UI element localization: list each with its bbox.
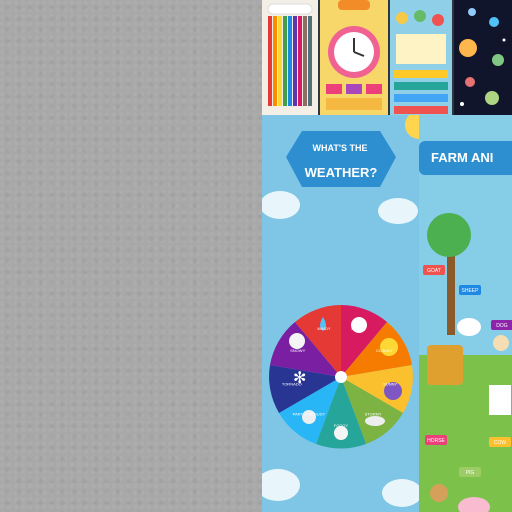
farm-animal-label: PIG [459, 467, 481, 477]
cloud-icon [262, 191, 300, 219]
farm-animal-label: COW [489, 437, 511, 447]
alphabet-poster-art [394, 10, 448, 114]
weather-title-line2: WEATHER? [304, 165, 378, 180]
farm-animal-label: SHEEP [459, 285, 481, 295]
sun-icon [380, 338, 398, 356]
svg-text:PIG: PIG [466, 470, 475, 476]
cloud-icon [382, 479, 422, 507]
cow-icon [489, 385, 511, 415]
cloud-icon [378, 198, 418, 224]
concrete-wall [0, 0, 262, 512]
planets-poster [454, 0, 512, 115]
weather-segment-label: SUNNY [383, 382, 397, 387]
svg-text:SHEEP: SHEEP [462, 288, 480, 294]
partly-cloudy-icon [334, 426, 348, 440]
alphabet-poster [390, 0, 452, 115]
goat-icon [430, 484, 448, 502]
poster-thumbnail-row [262, 0, 512, 115]
dog-icon [493, 335, 509, 351]
cloud-icon [262, 469, 300, 501]
weather-segment-label: TORNADO [282, 382, 302, 387]
farm-animal-label: DOG [491, 320, 512, 330]
weather-poster: ✻ SUNNY CLOUDY SUNNY STORMY FOGGY PARTLY CLOU… [262, 111, 433, 512]
farm-animal-label: HORSE [425, 435, 447, 445]
weather-segment-label: WINDY [317, 326, 331, 331]
weather-segment-label: PARTLY CLOUDY [293, 411, 326, 416]
svg-text:COW: COW [494, 440, 507, 446]
svg-text:DOG: DOG [496, 323, 508, 329]
clock-poster-art [326, 0, 382, 110]
sheep-icon [457, 318, 481, 336]
tree-icon [427, 213, 471, 257]
weather-segment-label: FOGGY [334, 423, 349, 428]
weather-segment-label: SNOWY [290, 348, 305, 353]
farm-title: FARM ANI [419, 141, 512, 175]
weather-segment-label: SUNNY [351, 326, 365, 331]
planets-poster-art [459, 8, 506, 106]
poster-collage: ✻ SUNNY CLOUDY SUNNY STORMY FOGGY PARTLY CLOU… [262, 0, 512, 512]
wind-cloud-icon [289, 333, 305, 349]
weather-segment-label: CLOUDY [376, 348, 393, 353]
tree-trunk [447, 255, 455, 335]
colors-poster-art [267, 3, 313, 106]
horse-icon [427, 345, 463, 385]
farm-animal-label: GOAT [423, 265, 445, 275]
svg-text:GOAT: GOAT [427, 268, 441, 274]
clock-poster [320, 0, 388, 115]
fog-icon [365, 416, 385, 426]
colors-poster [262, 0, 318, 115]
farm-animals-poster: GOAT SHEEP DOG HORSE COW PIG FARM ANI [419, 115, 512, 512]
svg-text:HORSE: HORSE [427, 438, 445, 444]
weather-title-line1: WHAT'S THE [312, 143, 368, 153]
sun-icon [405, 111, 433, 139]
weather-segment-label: STORMY [365, 411, 382, 416]
